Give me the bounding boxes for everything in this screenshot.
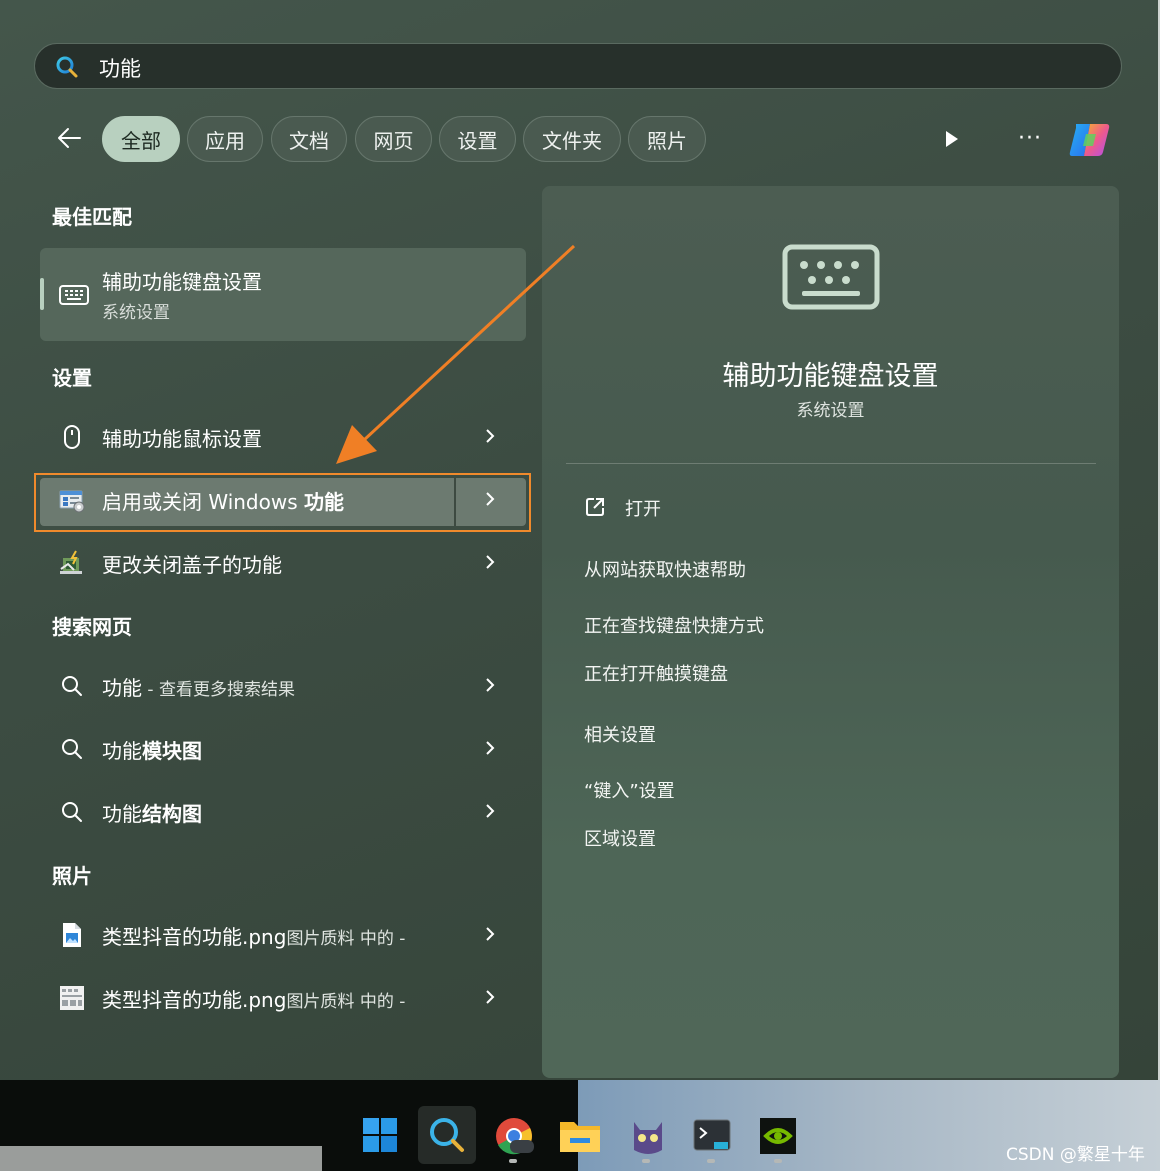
copilot-icon[interactable] xyxy=(1066,116,1114,164)
web-heading: 搜索网页 xyxy=(52,615,132,639)
filter-all[interactable]: 全部 xyxy=(102,116,180,162)
web-item-label: 功能模块图 xyxy=(102,739,202,763)
open-button[interactable]: 打开 xyxy=(625,495,661,521)
web-item[interactable]: 功能模块图 xyxy=(40,723,526,773)
image-file-icon xyxy=(63,923,81,947)
related-link-region[interactable]: 区域设置 xyxy=(584,825,656,851)
taskbar-left-region xyxy=(0,1146,322,1171)
best-match-title: 辅助功能键盘设置 xyxy=(102,270,262,294)
help-link-shortcuts[interactable]: 正在查找键盘快捷方式 xyxy=(584,612,764,638)
highlight-box xyxy=(34,473,531,532)
search-icon xyxy=(56,56,78,78)
related-link-typing[interactable]: “键入”设置 xyxy=(584,777,675,803)
search-taskbar-button[interactable] xyxy=(418,1106,476,1164)
terminal-icon xyxy=(693,1119,731,1151)
photos-heading: 照片 xyxy=(52,864,92,888)
open-external-icon[interactable] xyxy=(584,496,606,518)
filter-web[interactable]: 网页 xyxy=(355,116,432,162)
detail-divider xyxy=(566,463,1096,464)
more-options-button[interactable]: ··· xyxy=(1018,128,1046,150)
start-button[interactable] xyxy=(352,1107,408,1163)
cat-app-icon xyxy=(634,1122,662,1154)
search-icon xyxy=(430,1118,464,1152)
filter-settings[interactable]: 设置 xyxy=(439,116,516,162)
watermark: CSDN @繁星十年 xyxy=(1006,1145,1145,1165)
search-input[interactable]: 功能 xyxy=(99,53,141,83)
photo-item[interactable]: 类型抖音的功能.png图片质料 中的 - xyxy=(40,909,526,959)
chevron-right-icon[interactable] xyxy=(480,801,500,821)
image-thumbnail-icon xyxy=(60,986,84,1010)
selection-indicator xyxy=(40,278,44,310)
folder-icon xyxy=(560,1122,600,1152)
related-settings-heading: 相关设置 xyxy=(584,725,656,746)
chevron-right-icon[interactable] xyxy=(480,675,500,695)
photo-item[interactable]: 类型抖音的功能.png图片质料 中的 - xyxy=(40,972,526,1022)
terminal-preview-button[interactable] xyxy=(684,1108,740,1164)
running-indicator xyxy=(707,1159,715,1163)
web-item[interactable]: 功能 - 查看更多搜索结果 xyxy=(40,660,526,710)
windows-logo-icon xyxy=(363,1118,397,1152)
filter-folders[interactable]: 文件夹 xyxy=(523,116,621,162)
play-icon[interactable] xyxy=(940,128,962,150)
help-link-touch-keyboard[interactable]: 正在打开触摸键盘 xyxy=(584,660,728,686)
search-icon xyxy=(62,739,82,759)
chevron-right-icon[interactable] xyxy=(480,552,500,572)
search-icon xyxy=(62,676,82,696)
photo-item-label: 类型抖音的功能.png图片质料 中的 - xyxy=(102,988,406,1012)
photo-item-label: 类型抖音的功能.png图片质料 中的 - xyxy=(102,925,406,949)
web-item-label: 功能结构图 xyxy=(102,802,202,826)
detail-subtitle: 系统设置 xyxy=(796,401,865,421)
keyboard-icon xyxy=(782,244,880,310)
app-cat-button[interactable] xyxy=(620,1108,676,1164)
settings-item-lid[interactable]: 更改关闭盖子的功能 xyxy=(40,537,526,587)
best-match-heading: 最佳匹配 xyxy=(52,205,132,229)
back-arrow-icon[interactable] xyxy=(54,122,86,154)
chevron-right-icon[interactable] xyxy=(480,987,500,1007)
running-indicator xyxy=(774,1159,782,1163)
best-match-subtitle: 系统设置 xyxy=(102,303,170,323)
chrome-dev-button[interactable] xyxy=(486,1108,542,1164)
best-match-item[interactable]: 辅助功能键盘设置 系统设置 xyxy=(40,248,526,341)
settings-item-label: 辅助功能鼠标设置 xyxy=(102,427,262,451)
filter-photos[interactable]: 照片 xyxy=(628,116,706,162)
web-item[interactable]: 功能结构图 xyxy=(40,786,526,836)
settings-item-mouse[interactable]: 辅助功能鼠标设置 xyxy=(40,411,526,461)
power-options-icon xyxy=(60,550,82,574)
chevron-right-icon[interactable] xyxy=(480,738,500,758)
chevron-right-icon[interactable] xyxy=(480,426,500,446)
filter-documents[interactable]: 文档 xyxy=(271,116,347,162)
detail-title: 辅助功能键盘设置 xyxy=(722,361,939,392)
chrome-dev-icon xyxy=(496,1118,534,1155)
web-item-label: 功能 - 查看更多搜索结果 xyxy=(102,676,295,700)
search-box[interactable]: 功能 xyxy=(34,43,1122,89)
web-help-heading: 从网站获取快速帮助 xyxy=(584,560,746,581)
mouse-icon xyxy=(64,425,80,449)
settings-item-label: 更改关闭盖子的功能 xyxy=(102,553,282,577)
nvidia-button[interactable] xyxy=(750,1108,806,1164)
detail-pane: 辅助功能键盘设置 系统设置 打开 从网站获取快速帮助 正在查找键盘快捷方式 正在… xyxy=(542,186,1119,1078)
filter-apps[interactable]: 应用 xyxy=(187,116,263,162)
search-icon xyxy=(62,802,82,822)
settings-heading: 设置 xyxy=(52,366,92,390)
running-indicator xyxy=(642,1159,650,1163)
keyboard-icon xyxy=(59,285,89,305)
nvidia-icon xyxy=(760,1118,796,1154)
chevron-right-icon[interactable] xyxy=(480,924,500,944)
running-indicator xyxy=(509,1159,517,1163)
file-explorer-button[interactable] xyxy=(552,1108,608,1164)
